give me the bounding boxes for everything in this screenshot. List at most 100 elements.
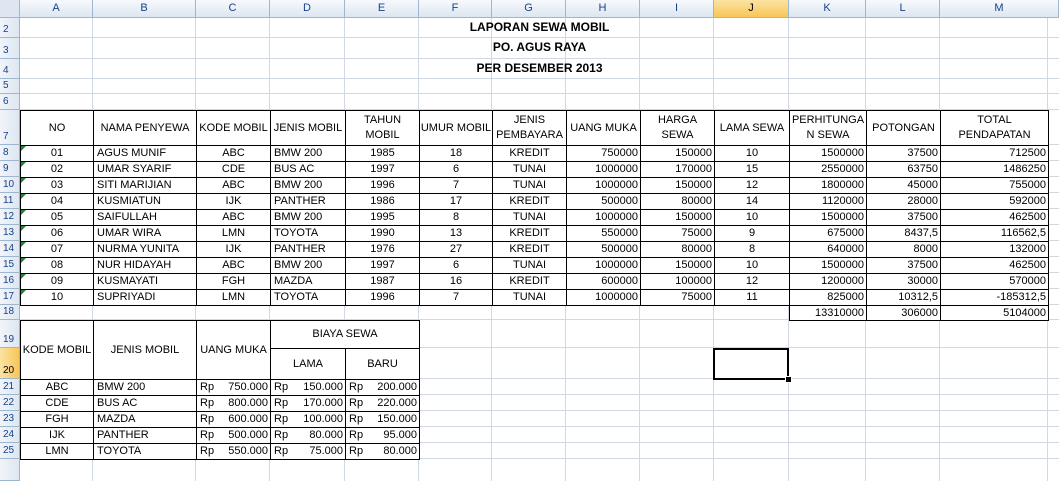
cell-h13[interactable]: 550000 — [566, 225, 641, 242]
cell-h15[interactable]: 1000000 — [566, 257, 641, 274]
row-header-24[interactable]: 24 — [0, 427, 20, 443]
cell-k9[interactable]: 2550000 — [789, 161, 867, 178]
cell-l12[interactable]: 37500 — [866, 209, 941, 226]
cell-l8[interactable]: 37500 — [866, 145, 941, 162]
cell-m17[interactable]: -185312,5 — [940, 289, 1049, 306]
column-header-k[interactable]: K — [789, 0, 866, 18]
row-header-23[interactable]: 23 — [0, 411, 20, 427]
ref-cell-currency[interactable]: Rp 80.000 — [270, 427, 346, 444]
cell-m16[interactable]: 570000 — [940, 273, 1049, 290]
cell-e14[interactable]: 1976 — [345, 241, 420, 258]
ref-cell-jenis[interactable]: TOYOTA — [93, 443, 197, 460]
row-header-25[interactable]: 25 — [0, 443, 20, 459]
cell-m9[interactable]: 1486250 — [940, 161, 1049, 178]
cell-i17[interactable]: 75000 — [640, 289, 715, 306]
cell-a8[interactable]: 01 — [20, 145, 94, 162]
cell-a13[interactable]: 06 — [20, 225, 94, 242]
cell-h14[interactable]: 500000 — [566, 241, 641, 258]
column-header-e[interactable]: E — [345, 0, 419, 18]
cell-b8[interactable]: AGUS MUNIF — [93, 145, 197, 162]
cell-c9[interactable]: CDE — [196, 161, 271, 178]
cell-j15[interactable]: 10 — [714, 257, 790, 274]
ref-cell-currency[interactable]: Rp 100.000 — [270, 411, 346, 428]
cell-f15[interactable]: 6 — [419, 257, 493, 274]
cell-e10[interactable]: 1996 — [345, 177, 420, 194]
cell-g13[interactable]: KREDIT — [492, 225, 567, 242]
cell-i14[interactable]: 80000 — [640, 241, 715, 258]
cell-f14[interactable]: 27 — [419, 241, 493, 258]
cell-g16[interactable]: KREDIT — [492, 273, 567, 290]
cell-h8[interactable]: 750000 — [566, 145, 641, 162]
cell-e13[interactable]: 1990 — [345, 225, 420, 242]
cell-j16[interactable]: 12 — [714, 273, 790, 290]
cell-a15[interactable]: 08 — [20, 257, 94, 274]
cell-g17[interactable]: TUNAI — [492, 289, 567, 306]
cell-g14[interactable]: KREDIT — [492, 241, 567, 258]
cell-d17[interactable]: TOYOTA — [270, 289, 346, 306]
cell-j13[interactable]: 9 — [714, 225, 790, 242]
select-all-corner[interactable] — [0, 0, 20, 18]
cell-k17[interactable]: 825000 — [789, 289, 867, 306]
cell-f11[interactable]: 17 — [419, 193, 493, 210]
cell-g15[interactable]: TUNAI — [492, 257, 567, 274]
cell-j11[interactable]: 14 — [714, 193, 790, 210]
cell-l15[interactable]: 37500 — [866, 257, 941, 274]
row-header-19[interactable]: 19 — [0, 320, 20, 348]
ref-cell-currency[interactable]: Rp 170.000 — [270, 395, 346, 412]
cell-c14[interactable]: IJK — [196, 241, 271, 258]
cell-b16[interactable]: KUSMAYATI — [93, 273, 197, 290]
ref-cell-currency[interactable]: Rp 75.000 — [270, 443, 346, 460]
cell-b15[interactable]: NUR HIDAYAH — [93, 257, 197, 274]
cell-j8[interactable]: 10 — [714, 145, 790, 162]
ref-cell-currency[interactable]: Rp 150.000 — [270, 379, 346, 396]
ref-cell-currency[interactable]: Rp 200.000 — [345, 379, 420, 396]
column-header-i[interactable]: I — [640, 0, 714, 18]
column-header-f[interactable]: F — [419, 0, 492, 18]
cell-e15[interactable]: 1997 — [345, 257, 420, 274]
cell-d8[interactable]: BMW 200 — [270, 145, 346, 162]
column-header-a[interactable]: A — [20, 0, 93, 18]
ref-cell-currency[interactable]: Rp 550.000 — [196, 443, 271, 460]
cell-i11[interactable]: 80000 — [640, 193, 715, 210]
total-sewa[interactable]: 13310000 — [789, 305, 867, 321]
ref-cell-currency[interactable]: Rp 95.000 — [345, 427, 420, 444]
ref-cell-jenis[interactable]: PANTHER — [93, 427, 197, 444]
cell-i8[interactable]: 150000 — [640, 145, 715, 162]
cell-l9[interactable]: 63750 — [866, 161, 941, 178]
row-header-12[interactable]: 12 — [0, 209, 20, 225]
cell-g8[interactable]: KREDIT — [492, 145, 567, 162]
cell-i10[interactable]: 150000 — [640, 177, 715, 194]
cell-k13[interactable]: 675000 — [789, 225, 867, 242]
ref-cell-currency[interactable]: Rp 150.000 — [345, 411, 420, 428]
row-header-18[interactable]: 18 — [0, 305, 20, 320]
cell-e16[interactable]: 1987 — [345, 273, 420, 290]
cell-d10[interactable]: BMW 200 — [270, 177, 346, 194]
ref-cell-jenis[interactable]: BUS AC — [93, 395, 197, 412]
column-header-g[interactable]: G — [492, 0, 566, 18]
cell-h10[interactable]: 1000000 — [566, 177, 641, 194]
cell-i16[interactable]: 100000 — [640, 273, 715, 290]
cell-m15[interactable]: 462500 — [940, 257, 1049, 274]
cell-l14[interactable]: 8000 — [866, 241, 941, 258]
ref-cell-currency[interactable]: Rp 220.000 — [345, 395, 420, 412]
cell-k11[interactable]: 1120000 — [789, 193, 867, 210]
cell-h12[interactable]: 1000000 — [566, 209, 641, 226]
cell-f17[interactable]: 7 — [419, 289, 493, 306]
total-pendapatan[interactable]: 5104000 — [940, 305, 1049, 321]
ref-cell-kode[interactable]: LMN — [20, 443, 94, 460]
cell-k14[interactable]: 640000 — [789, 241, 867, 258]
cell-d12[interactable]: BMW 200 — [270, 209, 346, 226]
row-header-20[interactable]: 20 — [0, 348, 20, 379]
cell-m11[interactable]: 592000 — [940, 193, 1049, 210]
cell-h9[interactable]: 1000000 — [566, 161, 641, 178]
cell-b11[interactable]: KUSMIATUN — [93, 193, 197, 210]
cell-g10[interactable]: TUNAI — [492, 177, 567, 194]
row-header-7[interactable]: 7 — [0, 110, 20, 145]
cell-g11[interactable]: KREDIT — [492, 193, 567, 210]
cell-f13[interactable]: 13 — [419, 225, 493, 242]
spreadsheet-grid[interactable]: ABCDEFGHIJKLM 2 3 4 5 6 7 8 9 10 11 12 13 14 15 16 17 18… — [0, 0, 1059, 481]
column-header-h[interactable]: H — [566, 0, 640, 18]
row-header-15[interactable]: 15 — [0, 257, 20, 273]
ref-cell-jenis[interactable]: BMW 200 — [93, 379, 197, 396]
row-header-14[interactable]: 14 — [0, 241, 20, 257]
